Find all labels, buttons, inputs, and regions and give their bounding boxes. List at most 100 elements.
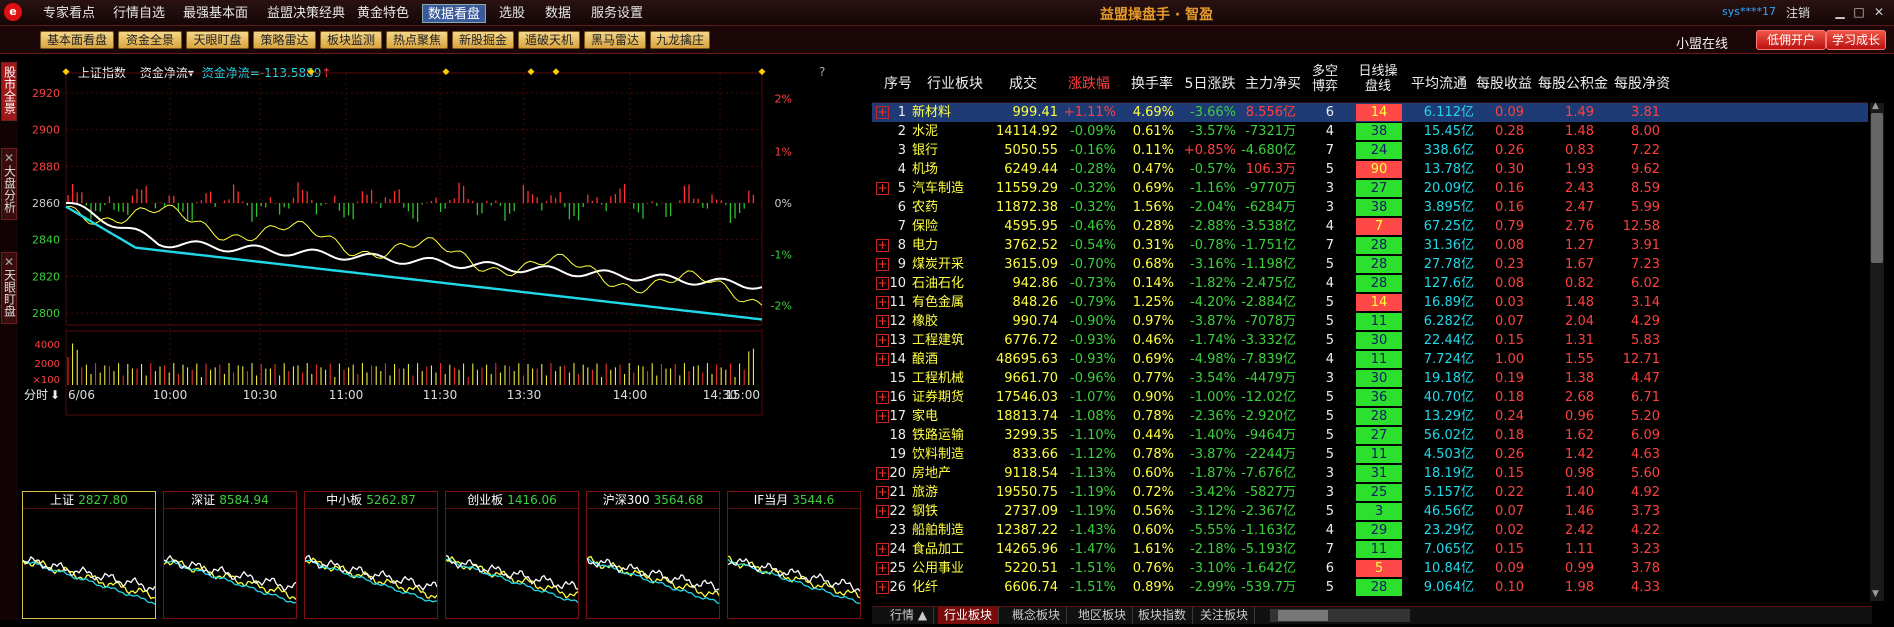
table-scrollbar[interactable]: ▲ ▼ — [1870, 101, 1884, 601]
table-row[interactable]: +11 有色金属 848.26 -0.79% 1.25% -4.20% -2.884亿 5 16… — [872, 293, 1868, 312]
table-row[interactable]: +20 房地产 9118.54 -1.13% 0.60% -1.87% -7.676亿 3 18… — [872, 464, 1868, 483]
menu-item[interactable]: 黄金特色 — [352, 4, 414, 23]
table-row[interactable]: 2 水泥 14114.92 -0.09% 0.61% -3.57% -7321万 4 15.45… — [872, 122, 1868, 141]
table-row[interactable]: 3 银行 5050.55 -0.16% 0.11% +0.85% -4.680亿 7 338.6… — [872, 141, 1868, 160]
index-thumbnail[interactable]: 创业板 1416.06 — [445, 491, 579, 619]
cell-vol: 18813.74 — [995, 409, 1058, 424]
table-row[interactable]: 6 农药 11872.38 -0.32% 1.56% -2.04% -6284万 3 3.895… — [872, 198, 1868, 217]
cell-no: 4 — [897, 162, 906, 177]
table-row[interactable]: +25 公用事业 5220.51 -1.51% 0.76% -3.10% -1.642亿 6 1… — [872, 559, 1868, 578]
scrollbar-thumb[interactable] — [1871, 113, 1883, 263]
scroll-down-icon[interactable]: ▼ — [1872, 589, 1879, 599]
toolbar-button[interactable]: 遁破天机 — [518, 31, 580, 49]
cell-ls: 3 — [1325, 200, 1334, 215]
sector-tab[interactable]: 概念板块 — [1006, 607, 1068, 624]
cell-name: 橡胶 — [912, 314, 939, 329]
sector-tab[interactable]: 行业板块 — [938, 607, 1000, 624]
table-row[interactable]: +16 证券期货 17546.03 -1.07% 0.90% -1.00% -12.02亿 5… — [872, 388, 1868, 407]
menu-item[interactable]: 最强基本面 — [178, 4, 253, 23]
index-thumbnail[interactable]: 中小板 5262.87 — [304, 491, 438, 619]
column-header[interactable]: 每股净资 — [1612, 73, 1672, 93]
column-header[interactable]: 多空 博弈 — [1308, 64, 1342, 94]
column-header[interactable]: 每股公积金 — [1538, 73, 1608, 93]
cell-nav: 4.63 — [1631, 447, 1660, 462]
cell-name: 汽车制造 — [912, 181, 965, 196]
maximize-icon[interactable]: □ — [1851, 5, 1867, 20]
table-row[interactable]: +14 酿酒 48695.63 -0.93% 0.69% -4.98% -7.839亿 4 7.… — [872, 350, 1868, 369]
menu-item[interactable]: 专家看点 — [38, 4, 100, 23]
menu-item[interactable]: 行情自选 — [108, 4, 170, 23]
table-row[interactable]: +10 石油石化 942.86 -0.73% 0.14% -1.82% -2.475亿 4 12… — [872, 274, 1868, 293]
table-row[interactable]: 7 保险 4595.95 -0.46% 0.28% -2.88% -3.538亿 4 67.25… — [872, 217, 1868, 236]
index-thumbnail[interactable]: IF当月 3544.6 — [727, 491, 861, 619]
toolbar-button[interactable]: 基本面看盘 — [40, 31, 114, 49]
close-icon[interactable]: ✕ — [1871, 5, 1887, 20]
toolbar-button[interactable]: 九龙擒庄 — [650, 31, 710, 49]
table-row[interactable]: +1 新材料 999.41 +1.11% 4.69% -3.66% 8.556亿 6 6.112… — [872, 103, 1868, 122]
table-row[interactable]: +24 食品加工 14265.96 -1.47% 1.61% -2.18% -5.193亿 7… — [872, 540, 1868, 559]
sector-tab[interactable]: 关注板块 — [1194, 607, 1256, 624]
logout-link[interactable]: 注销 — [1786, 4, 1810, 21]
column-header[interactable]: 换手率 — [1126, 73, 1178, 93]
sector-tab[interactable]: 板块指数 — [1132, 607, 1194, 624]
side-tab-market-analysis[interactable]: ✕ 大盘分析 — [1, 148, 17, 220]
menu-item[interactable]: 服务设置 — [586, 4, 648, 23]
column-header[interactable]: 行业板块 — [922, 73, 988, 93]
toolbar-button[interactable]: 天眼盯盘 — [186, 31, 249, 49]
index-thumbnail[interactable]: 深证 8584.94 — [163, 491, 297, 619]
cell-turn: 0.77% — [1132, 371, 1174, 386]
toolbar-button[interactable]: 热点聚焦 — [386, 31, 448, 49]
table-row[interactable]: +13 工程建筑 6776.72 -0.93% 0.46% -1.74% -3.332亿 5 2… — [872, 331, 1868, 350]
toolbar-button[interactable]: 策略雷达 — [253, 31, 316, 49]
table-row[interactable]: +8 电力 3762.52 -0.54% 0.31% -0.78% -1.751亿 7 31.3… — [872, 236, 1868, 255]
table-row[interactable]: 18 铁路运输 3299.35 -1.10% 0.44% -1.40% -9464万 5 56.… — [872, 426, 1868, 445]
cell-turn: 0.97% — [1132, 314, 1174, 329]
table-row[interactable]: 4 机场 6249.44 -0.28% 0.47% -0.57% 106.3万 5 13.78亿… — [872, 160, 1868, 179]
table-row[interactable]: +26 化纤 6606.74 -1.51% 0.89% -2.99% -539.7万 5 9.0… — [872, 578, 1868, 597]
cell-name: 石油石化 — [912, 276, 965, 291]
horizontal-scrollbar-thumb[interactable] — [1278, 610, 1328, 621]
menu-item[interactable]: 数据看盘 — [422, 4, 487, 23]
index-thumbnail[interactable]: 上证 2827.80 — [22, 491, 156, 619]
side-tab-sky-eye[interactable]: ✕ 天眼盯盘 — [1, 252, 17, 324]
column-header[interactable]: 每股收益 — [1476, 73, 1532, 93]
column-header[interactable]: 主力净买 — [1242, 73, 1304, 93]
menu-item[interactable]: 选股 — [494, 4, 530, 23]
thumbnail-title: 上证 2827.80 — [23, 492, 155, 509]
index-thumbnail[interactable]: 沪深300 3564.68 — [586, 491, 720, 619]
table-row[interactable]: +9 煤炭开采 3615.09 -0.70% 0.68% -3.16% -1.198亿 5 27… — [872, 255, 1868, 274]
close-icon[interactable]: ✕ — [4, 255, 14, 269]
sector-tab[interactable]: 行情 ▲ — [884, 607, 935, 624]
menu-item[interactable]: 数据 — [540, 4, 576, 23]
column-header[interactable]: 序号 — [882, 73, 914, 93]
close-icon[interactable]: ✕ — [4, 151, 14, 165]
table-row[interactable]: 15 工程机械 9661.70 -0.96% 0.77% -3.54% -4479万 3 19.… — [872, 369, 1868, 388]
table-row[interactable]: +12 橡胶 990.74 -0.90% 0.97% -3.87% -7078万 5 6.282… — [872, 312, 1868, 331]
table-row[interactable]: +17 家电 18813.74 -1.08% 0.78% -2.36% -2.920亿 5 13… — [872, 407, 1868, 426]
open-account-button[interactable]: 低佣开户 — [1756, 30, 1826, 50]
cell-vol: 14114.92 — [995, 124, 1058, 139]
side-tab-market-overview[interactable]: 股市全景 — [1, 62, 17, 121]
column-header[interactable]: 涨跌幅 — [1060, 73, 1118, 93]
table-row[interactable]: +5 汽车制造 11559.29 -0.32% 0.69% -1.16% -9770万 3 20… — [872, 179, 1868, 198]
column-header[interactable]: 成交 — [994, 73, 1052, 93]
learn-button[interactable]: 学习成长 — [1826, 30, 1886, 50]
table-row[interactable]: +21 旅游 19550.75 -1.19% 0.72% -3.42% -5827万 3 5.1… — [872, 483, 1868, 502]
column-header[interactable]: 平均流通 — [1408, 73, 1470, 93]
scroll-up-icon[interactable]: ▲ — [1872, 101, 1879, 111]
horizontal-scrollbar[interactable] — [1270, 609, 1410, 622]
online-status[interactable]: 小盟在线 — [1676, 33, 1728, 52]
toolbar-button[interactable]: 资金全景 — [118, 31, 182, 49]
column-header[interactable]: 5日涨跌 — [1184, 73, 1236, 93]
minimize-icon[interactable]: ▁ — [1832, 5, 1848, 20]
intraday-chart[interactable]: 2920 2900 2880 2860 2840 2820 2800 2% 1% 0% -1% -2%… — [22, 63, 830, 481]
toolbar-button[interactable]: 板块监测 — [320, 31, 382, 49]
table-row[interactable]: 19 饮料制造 833.66 -1.12% 0.78% -3.87% -2244万 5 4.50… — [872, 445, 1868, 464]
menu-item[interactable]: 益盟决策经典 — [262, 4, 350, 23]
sector-tab[interactable]: 地区板块 — [1072, 607, 1134, 624]
table-row[interactable]: +22 钢铁 2737.09 -1.19% 0.56% -3.12% -2.367亿 5 46.… — [872, 502, 1868, 521]
column-header[interactable]: 日线操 盘线 — [1352, 64, 1404, 94]
toolbar-button[interactable]: 黑马雷达 — [584, 31, 646, 49]
table-row[interactable]: 23 船舶制造 12387.22 -1.43% 0.60% -5.55% -1.163亿 4 2… — [872, 521, 1868, 540]
toolbar-button[interactable]: 新股掘金 — [452, 31, 514, 49]
